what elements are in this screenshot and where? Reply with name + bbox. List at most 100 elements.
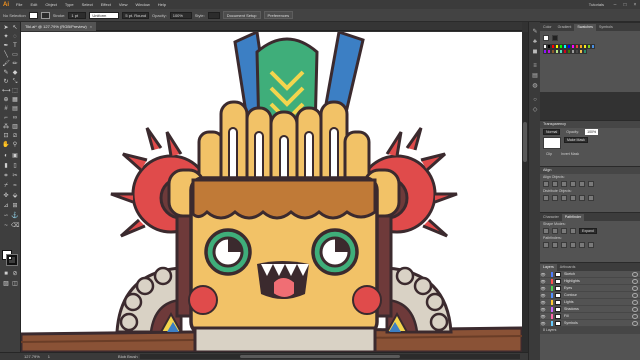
line-icon[interactable]: ╲ bbox=[2, 51, 10, 59]
invert-mask-checkbox[interactable]: Invert Mask bbox=[558, 151, 582, 157]
visibility-eye-icon[interactable]: 👁 bbox=[540, 279, 546, 284]
horizontal-scrollbar[interactable] bbox=[140, 354, 520, 359]
layer-target-icon[interactable] bbox=[632, 313, 638, 319]
blend-icon[interactable]: ∞ bbox=[11, 114, 19, 122]
swatch-fill-icon[interactable] bbox=[543, 35, 549, 41]
outline-icon[interactable] bbox=[579, 242, 585, 248]
preferences-button[interactable]: Preferences bbox=[263, 11, 294, 19]
tab-character[interactable]: Character bbox=[540, 214, 562, 221]
artboard-canvas[interactable] bbox=[21, 32, 522, 352]
align-right-icon[interactable] bbox=[561, 181, 567, 187]
crop-icon[interactable]: ⌗ bbox=[2, 172, 10, 180]
merge-icon[interactable] bbox=[561, 242, 567, 248]
color-mode-icon[interactable]: ■ bbox=[2, 270, 10, 278]
maximize-button[interactable]: □ bbox=[620, 2, 630, 8]
layer-target-icon[interactable] bbox=[632, 306, 638, 312]
menu-type[interactable]: Type bbox=[61, 2, 78, 7]
scale-icon[interactable]: ⤡ bbox=[11, 78, 19, 86]
visibility-eye-icon[interactable]: 👁 bbox=[540, 286, 546, 291]
brush-definition[interactable]: 5 pt. Round bbox=[122, 11, 150, 19]
mesh-icon[interactable]: # bbox=[2, 105, 10, 113]
align-left-icon[interactable] bbox=[543, 181, 549, 187]
blob-brush-icon[interactable]: ✎ bbox=[2, 69, 10, 77]
tab-artboards[interactable]: Artboards bbox=[557, 264, 579, 271]
menu-file[interactable]: File bbox=[12, 2, 26, 7]
visibility-eye-icon[interactable]: 👁 bbox=[540, 307, 546, 312]
align-center-h-icon[interactable] bbox=[552, 181, 558, 187]
layer-target-icon[interactable] bbox=[632, 292, 638, 298]
graphic-style-field[interactable] bbox=[207, 11, 220, 19]
vertical-scroll-thumb[interactable] bbox=[523, 122, 527, 162]
layer-row[interactable]: 👁 Symbols bbox=[540, 320, 640, 327]
align-bottom-icon[interactable] bbox=[588, 181, 594, 187]
direct-selection-icon[interactable]: ↖ bbox=[11, 24, 19, 32]
layer-row[interactable]: 👁 Fill bbox=[540, 313, 640, 320]
stroke-color-icon[interactable] bbox=[6, 254, 18, 266]
visibility-eye-icon[interactable]: 👁 bbox=[540, 314, 546, 319]
clip-checkbox[interactable]: Clip bbox=[543, 151, 555, 157]
selection-icon[interactable]: ➤ bbox=[2, 24, 10, 32]
stroke-weight-field[interactable]: 1 pt bbox=[68, 11, 87, 19]
zoom-level[interactable]: 127.79% bbox=[24, 354, 40, 359]
menu-view[interactable]: View bbox=[115, 2, 132, 7]
layer-target-icon[interactable] bbox=[632, 278, 638, 284]
tab-gradient[interactable]: Gradient bbox=[555, 24, 575, 31]
paintbrush-icon[interactable]: 🖌 bbox=[2, 60, 10, 68]
lasso-icon[interactable]: ◌ bbox=[11, 33, 19, 41]
minimize-button[interactable]: – bbox=[610, 2, 620, 8]
crop-pathfinder-icon[interactable] bbox=[570, 242, 576, 248]
blend-mode-select[interactable]: Normal bbox=[543, 129, 561, 135]
layer-target-icon[interactable] bbox=[632, 271, 638, 277]
menu-edit[interactable]: Edit bbox=[26, 2, 41, 7]
transparency-opacity-field[interactable]: 100% bbox=[585, 129, 599, 135]
menu-select[interactable]: Select bbox=[78, 2, 97, 7]
type-icon[interactable]: T bbox=[11, 42, 19, 50]
gradient-mode-icon[interactable]: ▨ bbox=[2, 280, 10, 288]
distribute-center-icon[interactable] bbox=[552, 195, 558, 201]
distribute-left-icon[interactable] bbox=[570, 195, 576, 201]
menu-object[interactable]: Object bbox=[41, 2, 61, 7]
fill-swatch[interactable] bbox=[28, 11, 38, 19]
layer-name[interactable]: Highlights bbox=[564, 279, 632, 283]
change-screen-mode-icon[interactable]: ◫ bbox=[11, 280, 19, 288]
intersect-icon[interactable] bbox=[561, 228, 567, 234]
layer-name[interactable]: Fill bbox=[564, 314, 632, 318]
layer-row[interactable]: 👁 Sketch bbox=[540, 271, 640, 278]
smooth-icon[interactable]: ~ bbox=[2, 222, 10, 230]
width-icon[interactable]: ⟷ bbox=[2, 87, 11, 95]
image-trace-icon[interactable]: ◇ bbox=[531, 106, 539, 114]
opacity-field[interactable]: 100% bbox=[169, 11, 192, 19]
scissors-icon[interactable]: ✂ bbox=[11, 172, 19, 180]
menu-window[interactable]: Window bbox=[131, 2, 153, 7]
visibility-eye-icon[interactable]: 👁 bbox=[540, 293, 546, 298]
hand-icon[interactable]: ✋ bbox=[2, 141, 10, 149]
live-paint-icon[interactable]: ⬙ bbox=[11, 192, 19, 200]
trim-icon[interactable] bbox=[552, 242, 558, 248]
tab-layers[interactable]: Layers bbox=[540, 264, 557, 271]
tab-symbols[interactable]: Symbols bbox=[596, 24, 616, 31]
gradient-icon[interactable]: ▤ bbox=[11, 105, 19, 113]
slice-icon[interactable]: ⧄ bbox=[11, 132, 19, 140]
tab-swatches[interactable]: Swatches bbox=[574, 24, 596, 31]
unite-icon[interactable] bbox=[543, 228, 549, 234]
document-tab[interactable]: Tiki.ai* @ 127.79% (RGB/Preview) × bbox=[21, 22, 97, 31]
pencil-icon[interactable]: ✏ bbox=[11, 60, 19, 68]
shape-builder-icon[interactable]: ⊕ bbox=[2, 96, 10, 104]
visibility-eye-icon[interactable]: 👁 bbox=[540, 321, 546, 326]
pen-icon[interactable]: ✒ bbox=[2, 42, 10, 50]
column-graph-icon[interactable]: ▮ bbox=[2, 162, 10, 170]
menu-help[interactable]: Help bbox=[154, 2, 170, 7]
chart-icon[interactable]: ▯ bbox=[11, 162, 19, 170]
document-setup-button[interactable]: Document Setup bbox=[222, 11, 261, 19]
appearance-icon[interactable]: ○ bbox=[531, 96, 539, 104]
eyedropper-icon[interactable]: ⌐ bbox=[2, 114, 10, 122]
artboard-icon[interactable]: ⊡ bbox=[2, 132, 10, 140]
layer-name[interactable]: Lights bbox=[564, 300, 632, 304]
curvature-icon[interactable]: ∽ bbox=[2, 212, 10, 220]
tab-pathfinder[interactable]: Pathfinder bbox=[561, 214, 585, 221]
layer-row[interactable]: 👁 Lights bbox=[540, 299, 640, 306]
symbols-icon[interactable]: ♣ bbox=[531, 38, 539, 46]
puppet-warp-icon[interactable]: ✜ bbox=[2, 192, 10, 200]
expand-button[interactable]: Expand bbox=[579, 228, 597, 234]
free-transform-icon[interactable]: ⬚ bbox=[11, 87, 19, 95]
